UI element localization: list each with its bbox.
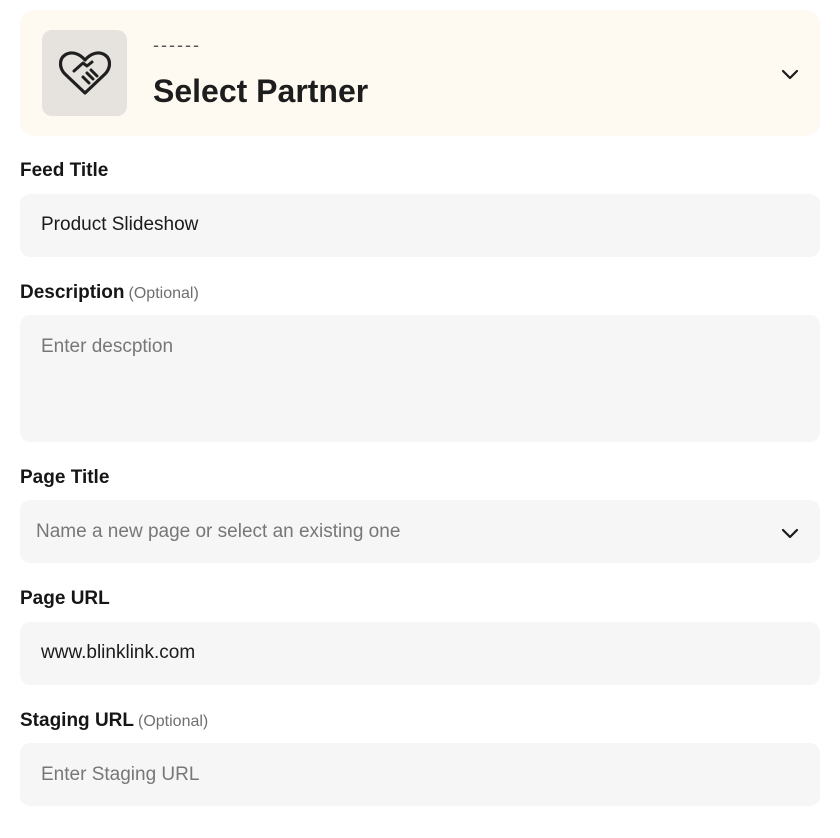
description-placeholder: Enter descption xyxy=(41,336,174,357)
chevron-down-icon[interactable] xyxy=(781,527,799,539)
partner-avatar xyxy=(42,30,127,116)
chevron-down-icon[interactable] xyxy=(781,68,799,80)
feed-title-input[interactable]: Product Slideshow xyxy=(20,194,820,257)
page-title-select[interactable]: Name a new page or select an existing on… xyxy=(20,500,820,563)
description-textarea[interactable]: Enter descption xyxy=(20,315,820,442)
staging-url-label-text: Staging URL xyxy=(20,710,134,731)
page-url-value: www.blinklink.com xyxy=(41,642,196,663)
partner-subtitle: ------ xyxy=(153,35,201,55)
staging-url-input[interactable]: Enter Staging URL xyxy=(20,743,820,806)
page-url-label: Page URL xyxy=(20,587,110,611)
feed-title-value: Product Slideshow xyxy=(41,214,199,235)
page-url-input[interactable]: www.blinklink.com xyxy=(20,622,820,685)
description-label: Description (Optional) xyxy=(20,281,199,306)
page-title-placeholder: Name a new page or select an existing on… xyxy=(36,521,401,542)
feed-title-label: Feed Title xyxy=(20,159,108,183)
staging-url-label: Staging URL (Optional) xyxy=(20,709,208,734)
description-optional-hint: (Optional) xyxy=(128,285,199,302)
handshake-heart-icon xyxy=(58,51,111,95)
staging-url-placeholder: Enter Staging URL xyxy=(41,764,200,785)
partner-title: Select Partner xyxy=(153,73,369,109)
page-title-label-text: Page Title xyxy=(20,467,110,488)
page-title-label: Page Title xyxy=(20,466,109,490)
description-label-text: Description xyxy=(20,282,125,303)
staging-url-optional-hint: (Optional) xyxy=(138,713,209,730)
partner-selector[interactable]: ------ Select Partner xyxy=(20,10,820,136)
page-url-label-text: Page URL xyxy=(20,588,110,609)
feed-title-label-text: Feed Title xyxy=(20,160,109,181)
